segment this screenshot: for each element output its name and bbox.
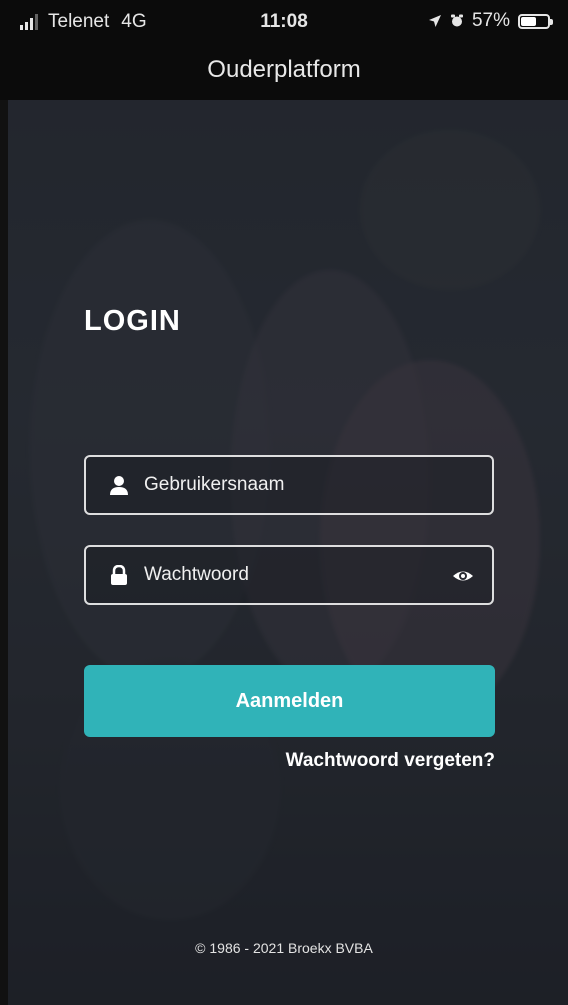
battery-percent: 57%: [471, 10, 510, 31]
copyright-text: © 1986 - 2021 Broekx BVBA: [195, 940, 373, 956]
eye-icon[interactable]: [452, 565, 474, 587]
page-title: Ouderplatform: [207, 56, 361, 83]
status-right: 57%: [428, 10, 553, 32]
app-screen: Telenet 4G 11:08 57% Ouderplatform LOGIN…: [0, 0, 568, 1005]
location-arrow-icon: [428, 15, 441, 27]
status-bar: Telenet 4G 11:08 57%: [0, 0, 568, 44]
login-button[interactable]: Aanmelden: [84, 665, 495, 737]
user-icon: [108, 474, 130, 496]
battery-icon: [518, 13, 553, 29]
username-placeholder: Gebruikersnaam: [144, 474, 285, 495]
username-field[interactable]: Gebruikersnaam: [84, 455, 494, 515]
login-heading: LOGIN: [84, 305, 181, 337]
alarm-icon: [450, 14, 463, 27]
password-field[interactable]: Wachtwoord: [84, 545, 494, 605]
nav-bar: Ouderplatform: [0, 44, 568, 100]
forgot-password-link[interactable]: Wachtwoord vergeten?: [84, 750, 495, 772]
password-placeholder: Wachtwoord: [144, 564, 249, 585]
lock-icon: [108, 564, 130, 586]
